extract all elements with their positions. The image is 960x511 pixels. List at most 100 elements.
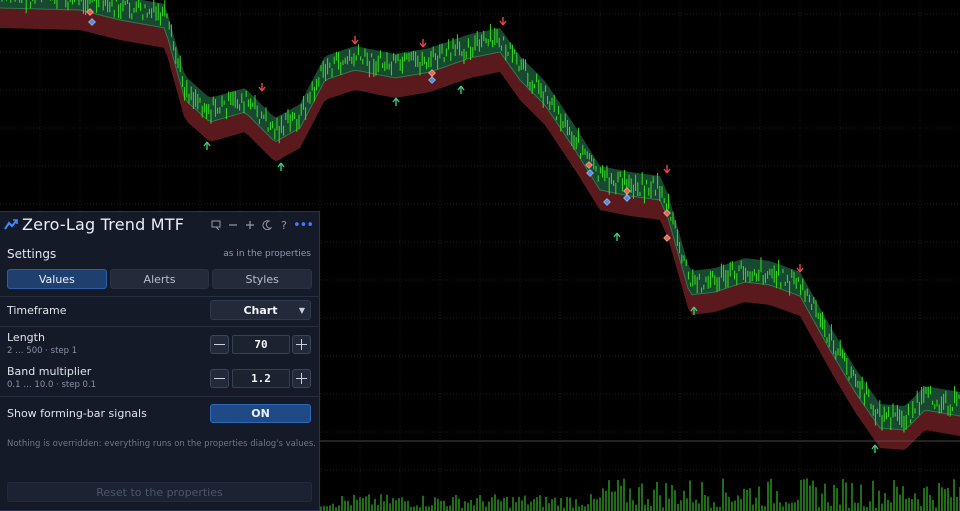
tab-alerts[interactable]: Alerts (109, 269, 210, 289)
panel-titlebar[interactable]: Zero-Lag Trend MTF ? ••• (0, 212, 320, 240)
volume-bar (674, 490, 676, 511)
volume-bar (668, 498, 670, 511)
volume-bar (377, 504, 379, 511)
volume-bar (719, 506, 721, 511)
arrow-down-icon (499, 17, 507, 26)
volume-bar (437, 498, 439, 511)
volume-bar (866, 507, 868, 511)
volume-bar (359, 497, 361, 511)
volume-bar (350, 505, 352, 511)
volume-bar (644, 504, 646, 511)
volume-bar (476, 498, 478, 511)
volume-bar (413, 506, 415, 511)
volume-bar (659, 495, 661, 511)
chart-toggle-icon[interactable] (209, 217, 223, 233)
volume-bar (578, 506, 580, 511)
volume-bar (749, 488, 751, 511)
volume-bar (539, 495, 541, 511)
tab-values[interactable]: Values (7, 269, 107, 289)
info-text: Nothing is overridden: everything runs o… (7, 439, 316, 449)
band-multiplier-label: Band multiplier (7, 365, 92, 378)
volume-bar (908, 497, 910, 511)
volume-bar (656, 481, 658, 511)
volume-bar (620, 485, 622, 511)
volume-bar (728, 497, 730, 511)
volume-bar (653, 489, 655, 511)
volume-bar (329, 505, 331, 511)
volume-bar (827, 502, 829, 511)
volume-bar (665, 483, 667, 511)
volume-bar (707, 496, 709, 511)
volume-bar (533, 499, 535, 511)
length-increment-button[interactable] (292, 335, 311, 354)
volume-bar (572, 507, 574, 511)
panel-title: Zero-Lag Trend MTF (22, 215, 185, 234)
volume-bar (863, 506, 865, 511)
volume-bar (776, 490, 778, 511)
volume-bar (455, 495, 457, 511)
volume-bar (950, 497, 952, 511)
volume-bar (362, 498, 364, 511)
volume-bar (830, 505, 832, 511)
volume-bar (806, 478, 808, 511)
band-multiplier-decrement-button[interactable] (210, 369, 229, 388)
divider (0, 326, 320, 327)
band-multiplier-input[interactable]: 1.2 (232, 369, 290, 388)
volume-bar (497, 499, 499, 511)
volume-bar (536, 497, 538, 511)
volume-bar (881, 503, 883, 511)
tab-styles[interactable]: Styles (212, 269, 313, 289)
volume-bar (758, 486, 760, 511)
volume-bar (932, 500, 934, 511)
volume-bar (425, 506, 427, 511)
volume-bar (416, 505, 418, 511)
timeframe-select[interactable]: Chart ▼ (210, 300, 311, 320)
tab-bar: Values Alerts Styles (7, 269, 313, 289)
volume-bar (743, 488, 745, 511)
arrow-up-icon (613, 232, 621, 241)
volume-bar (617, 480, 619, 511)
volume-bar (440, 501, 442, 511)
volume-bar (752, 504, 754, 511)
volume-bar (320, 506, 322, 511)
help-icon[interactable]: ? (277, 217, 291, 233)
volume-bar (845, 482, 847, 511)
volume-bar (725, 492, 727, 511)
volume-bar (323, 505, 325, 511)
volume-bar (344, 500, 346, 511)
more-icon[interactable]: ••• (293, 217, 314, 233)
volume-bar (767, 481, 769, 511)
volume-bar (524, 495, 526, 511)
volume-bar (773, 503, 775, 511)
volume-bar (353, 494, 355, 511)
volume-bar (506, 496, 508, 511)
volume-bar (785, 502, 787, 511)
volume-bar (551, 499, 553, 511)
length-input[interactable]: 70 (232, 335, 290, 354)
length-decrement-button[interactable] (210, 335, 229, 354)
volume-bar (446, 506, 448, 511)
band-multiplier-increment-button[interactable] (292, 369, 311, 388)
indicator-logo-icon (4, 219, 18, 230)
volume-bar (884, 493, 886, 511)
volume-bar (332, 503, 334, 511)
volume-bar (626, 502, 628, 511)
volume-bar (500, 501, 502, 511)
volume-bar (941, 487, 943, 511)
volume-bar (662, 507, 664, 511)
arrow-down-icon (351, 36, 359, 45)
volume-bar (503, 497, 505, 511)
volume-bar (623, 478, 625, 511)
volume-bar (599, 497, 601, 511)
volume-bar (680, 500, 682, 511)
reset-button[interactable]: Reset to the properties (7, 482, 312, 502)
volume-bar (860, 484, 862, 511)
moon-icon[interactable] (260, 217, 274, 233)
volume-bar (458, 498, 460, 511)
forming-bar-toggle[interactable]: ON (210, 404, 311, 423)
volume-bar (695, 499, 697, 511)
plus-icon[interactable] (243, 217, 257, 233)
length-range: 2 … 500 · step 1 (7, 346, 78, 356)
minimize-icon[interactable] (226, 217, 240, 233)
volume-bar (647, 499, 649, 511)
